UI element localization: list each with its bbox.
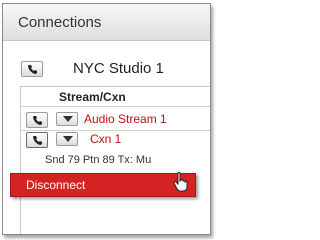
stream-table: Stream/Cxn Audio Stream 1 Cxn 1 Snd 79 P… [20,86,210,234]
window-title: Connections [18,14,102,31]
column-header-stream-cxn: Stream/Cxn [59,90,126,104]
header-divider [21,106,210,107]
connection-label[interactable]: Cxn 1 [90,132,121,146]
window-header: Connections [3,4,210,41]
context-menu: Disconnect [10,173,196,197]
studio-call-button[interactable] [21,61,43,77]
chevron-down-icon [63,136,73,142]
connections-window: Connections NYC Studio 1 Stream/Cxn Audi… [2,3,211,235]
disconnect-menu-item[interactable]: Disconnect [26,178,85,192]
stream-label[interactable]: Audio Stream 1 [84,112,167,126]
chevron-down-icon [63,116,73,122]
row-divider [21,130,210,131]
connection-info: Snd 79 Ptn 89 Tx: Mu [45,154,152,166]
phone-icon [33,116,42,125]
phone-icon [28,65,37,74]
phone-icon [33,136,42,145]
connection-dropdown-button[interactable] [56,132,78,146]
connection-call-button[interactable] [26,132,48,148]
studio-name: NYC Studio 1 [73,60,164,77]
stream-call-button[interactable] [26,112,48,128]
hand-cursor-icon [173,172,188,192]
stream-dropdown-button[interactable] [56,112,78,126]
studio-row: NYC Studio 1 [3,48,210,78]
